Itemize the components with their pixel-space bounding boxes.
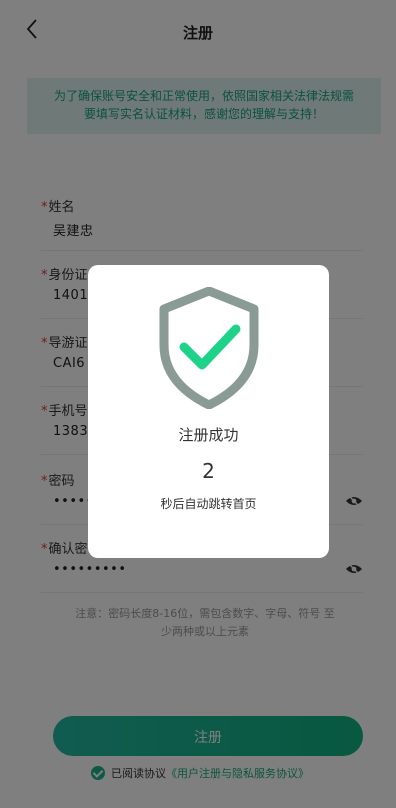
dialog-title: 注册成功 [178,426,239,444]
success-dialog: 注册成功 2 秒后自动跳转首页 [88,265,329,558]
shield-check-icon [159,287,259,409]
dialog-subtitle: 秒后自动跳转首页 [160,497,257,511]
countdown-number: 2 [202,459,215,483]
